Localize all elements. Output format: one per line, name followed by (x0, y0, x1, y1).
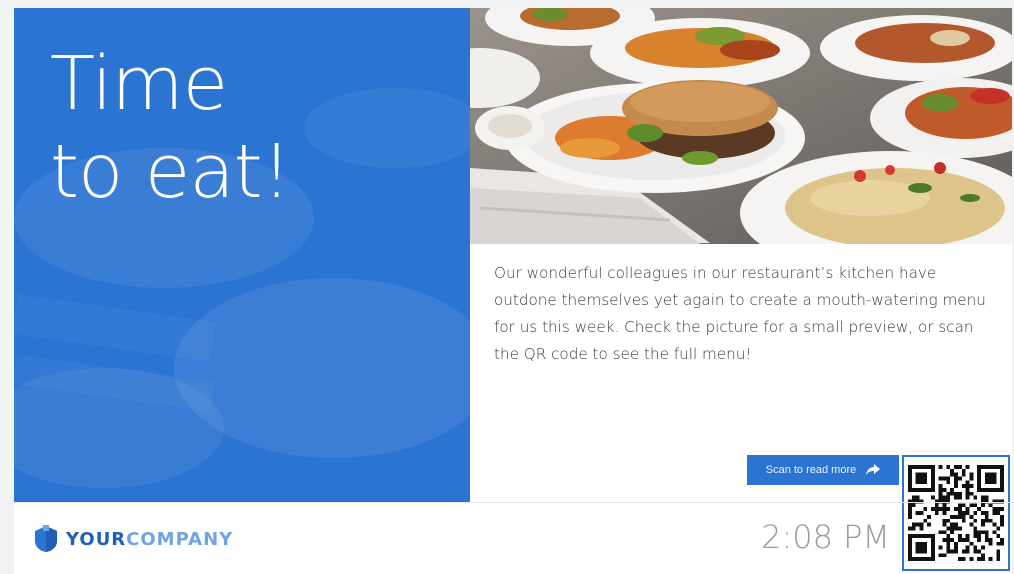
menu-qr-code[interactable] (902, 455, 1010, 571)
shield-icon (35, 525, 57, 552)
qr-code-icon (908, 465, 1004, 561)
footer-divider (14, 502, 1012, 503)
company-name-part-2: COMPANY (126, 528, 234, 550)
headline-line-2: to eat! (50, 129, 291, 215)
company-logo: YOURCOMPANY (34, 524, 233, 554)
menu-description: Our wonderful colleagues in our restaura… (494, 264, 986, 363)
current-time: 2:08 PM (761, 518, 890, 556)
scan-to-read-more-button[interactable]: Scan to read more (747, 455, 899, 485)
food-photo (470, 8, 1012, 244)
signage-card: Time to eat! Our wonderful colleagues in… (14, 8, 1012, 574)
headline-line-1: Time (50, 41, 228, 127)
company-name-part-1: YOUR (66, 528, 127, 550)
company-name: YOURCOMPANY (66, 529, 233, 550)
food-photo-illustration (470, 8, 1012, 244)
scan-button-label: Scan to read more (765, 464, 857, 476)
hero-panel: Time to eat! (14, 8, 470, 502)
headline: Time to eat! (50, 40, 291, 216)
share-arrow-icon (866, 464, 881, 476)
